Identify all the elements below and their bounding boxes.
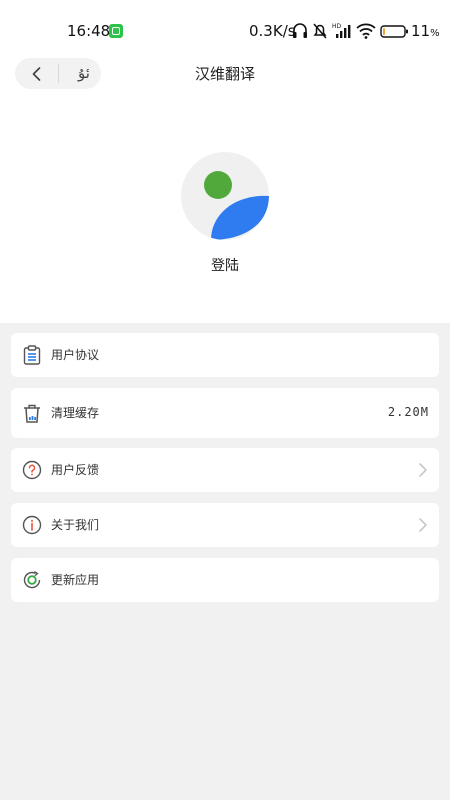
cache-size-value: 2.20M bbox=[387, 405, 429, 419]
page-title: 汉维翻译 bbox=[194, 65, 255, 83]
notification-app-icon bbox=[109, 24, 123, 38]
chevron-right-icon bbox=[419, 463, 427, 477]
menu-item-user-feedback[interactable]: 用户反馈 bbox=[11, 448, 439, 492]
battery-icon bbox=[380, 25, 408, 38]
menu-item-about-us[interactable]: 关于我们 bbox=[11, 503, 439, 547]
avatar[interactable] bbox=[181, 152, 269, 240]
headphones-icon bbox=[293, 23, 307, 38]
status-time: 16:48 bbox=[67, 22, 111, 40]
menu-item-label: 关于我们 bbox=[51, 518, 100, 532]
clipboard-icon bbox=[23, 345, 41, 365]
menu-item-label: 清理缓存 bbox=[51, 406, 100, 420]
login-link[interactable]: 登陆 bbox=[0, 255, 450, 275]
wifi-icon bbox=[356, 23, 376, 39]
chevron-right-icon bbox=[419, 518, 427, 532]
menu-item-user-agreement[interactable]: 用户协议 bbox=[11, 333, 439, 377]
svg-text:HD: HD bbox=[332, 23, 342, 30]
signal-icon: HD bbox=[332, 23, 351, 38]
trash-icon bbox=[24, 404, 40, 423]
menu-item-clear-cache[interactable]: 清理缓存 2.20M bbox=[11, 388, 439, 438]
menu-item-label: 用户协议 bbox=[51, 348, 100, 362]
battery-percent: 11% bbox=[411, 22, 440, 40]
status-bar: 16:48 0.3K/s HD 11% bbox=[0, 0, 450, 60]
menu-item-label: 更新应用 bbox=[51, 573, 100, 587]
question-icon bbox=[22, 460, 42, 480]
update-icon bbox=[23, 570, 41, 589]
mute-bell-icon bbox=[313, 23, 327, 39]
info-icon bbox=[22, 515, 42, 535]
network-speed: 0.3K/s bbox=[249, 22, 296, 40]
menu-item-label: 用户反馈 bbox=[51, 463, 100, 477]
menu-item-update-app[interactable]: 更新应用 bbox=[11, 558, 439, 602]
avatar-person-icon bbox=[204, 171, 269, 240]
